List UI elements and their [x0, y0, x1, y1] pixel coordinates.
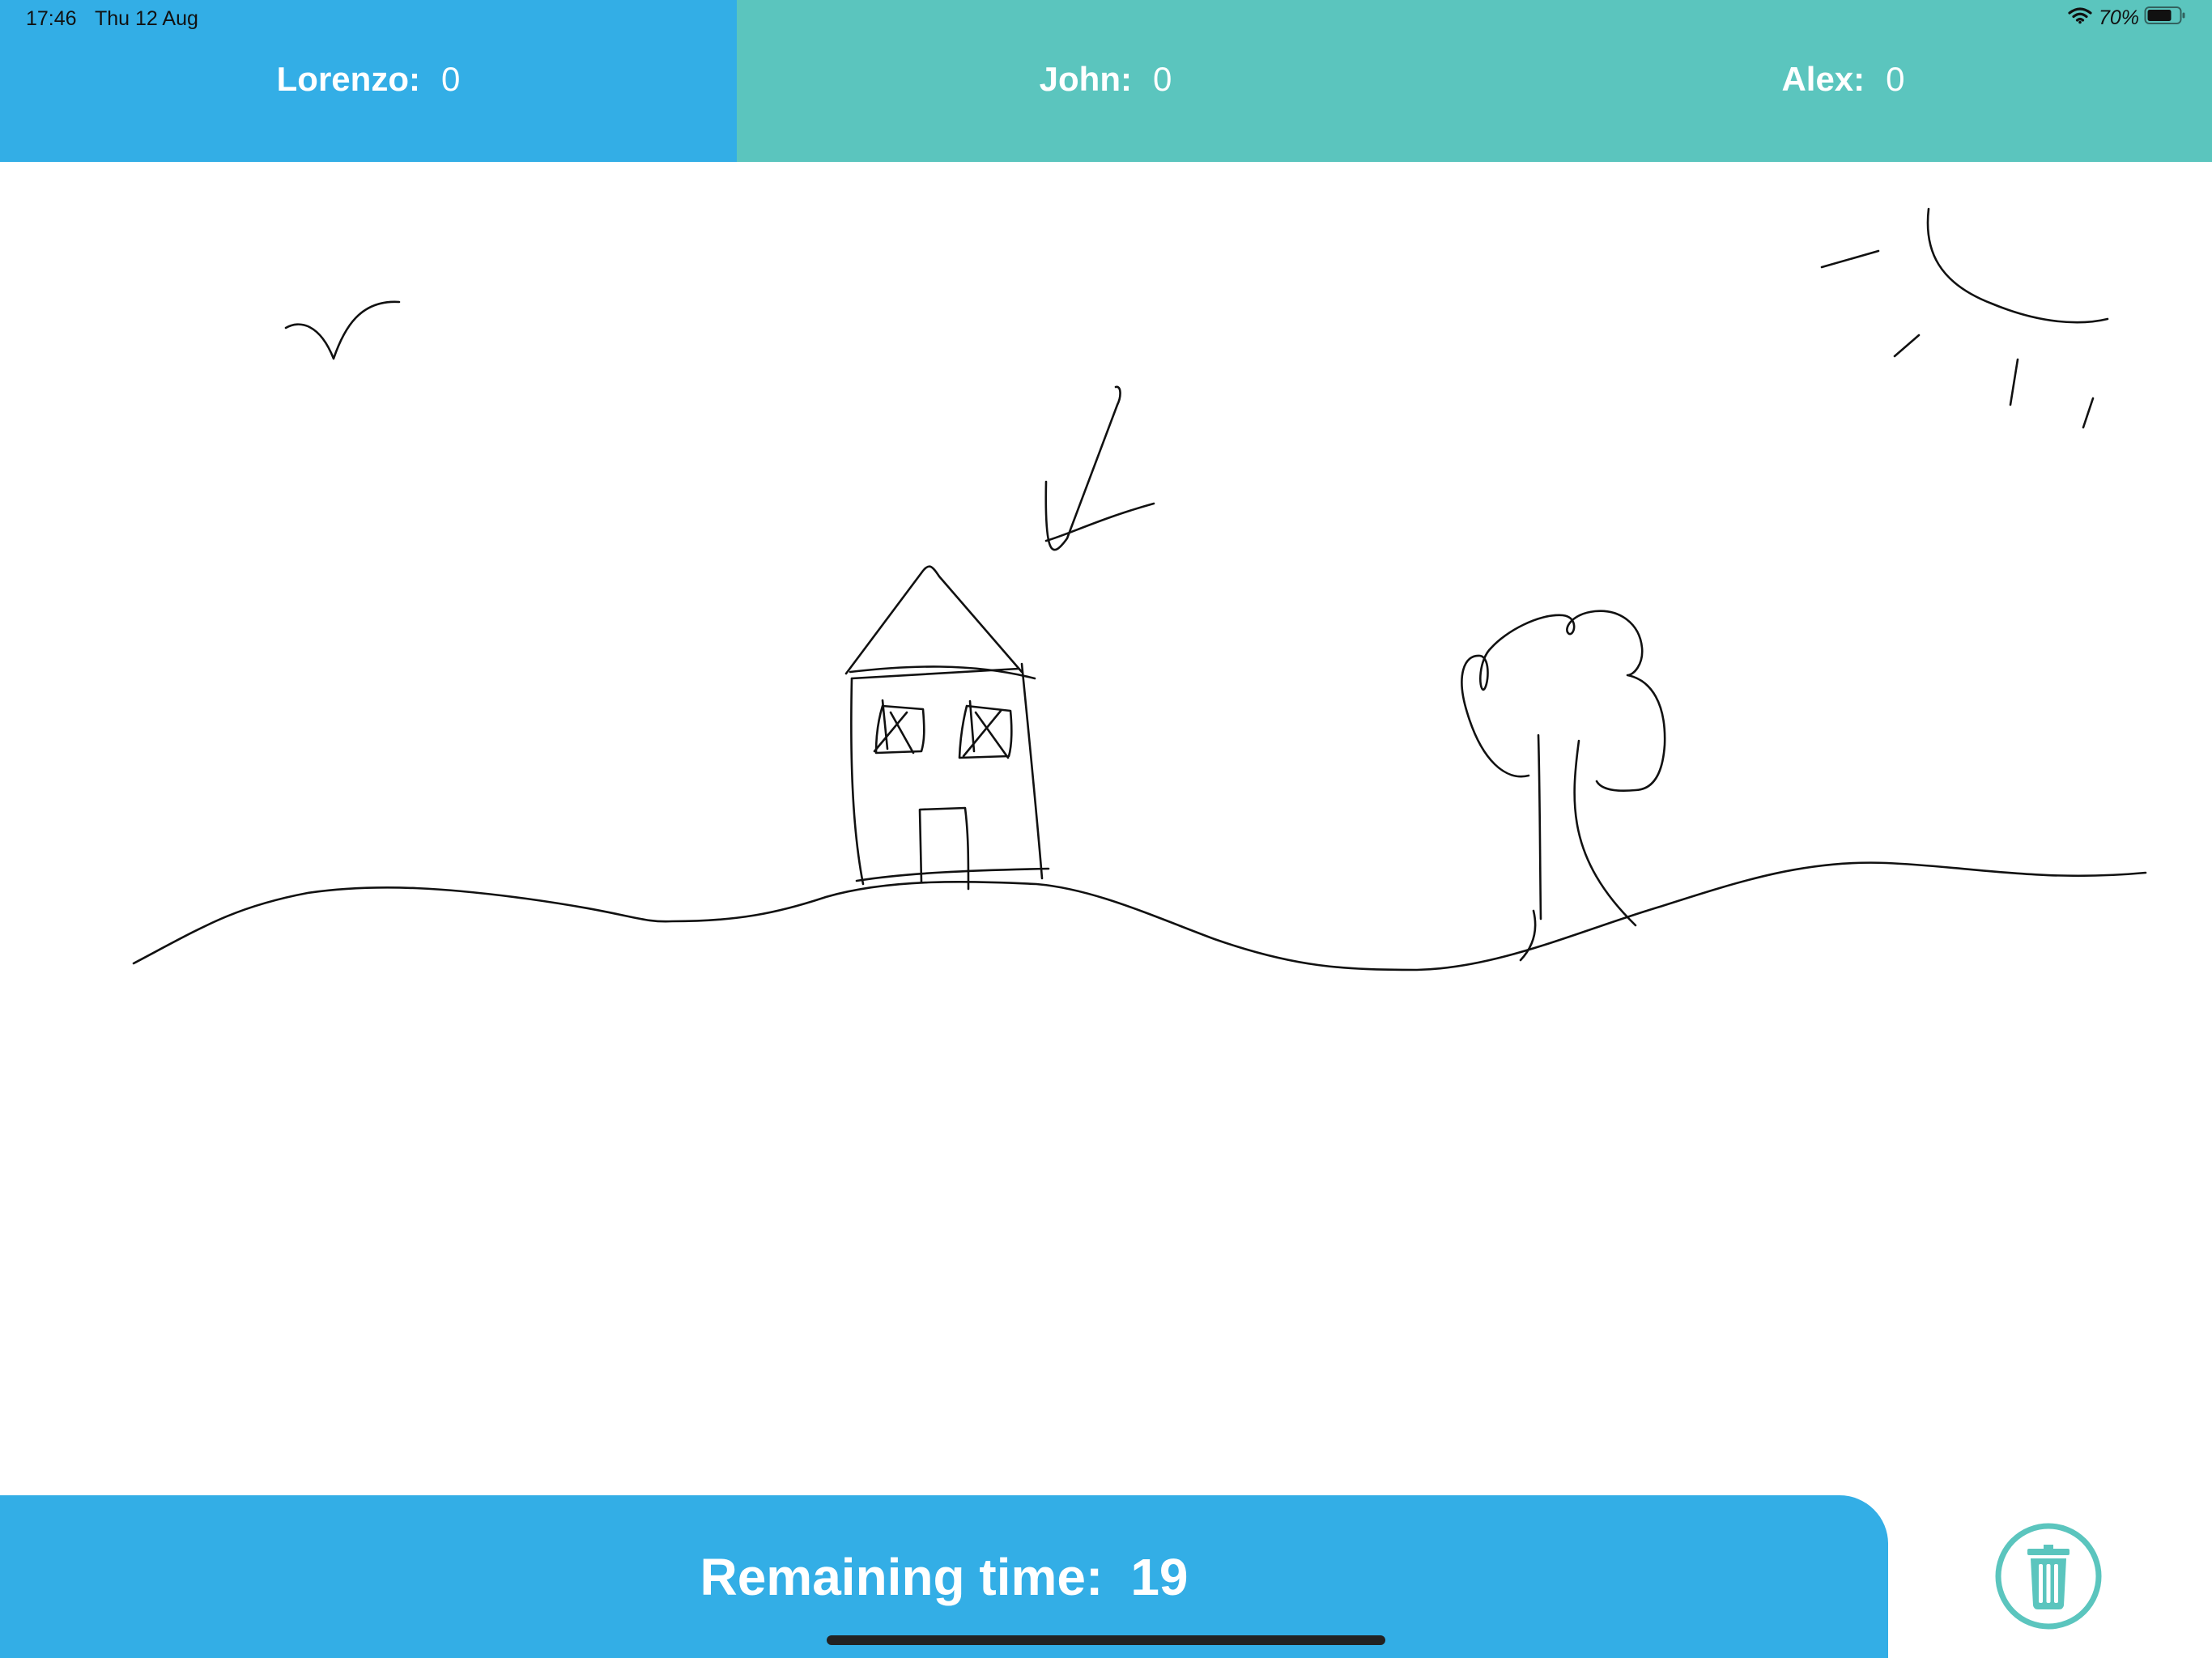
player-name-separator: : [1120, 60, 1132, 98]
house-sketch [844, 565, 1050, 891]
player-name: Lorenzo [276, 60, 409, 98]
bird-sketch [284, 300, 401, 360]
remaining-time-value: 19 [1130, 1547, 1189, 1606]
player-score: 0 [440, 60, 461, 98]
sun-ray [1820, 249, 1880, 269]
player-name-separator: : [1853, 60, 1865, 98]
remaining-time-bar: Remaining time: 19 [0, 1495, 1888, 1658]
remaining-time-label: Remaining time: [700, 1547, 1104, 1606]
player-name: John [1039, 60, 1121, 98]
player-tab-alex: Alex : 0 [1474, 0, 2212, 162]
score-header: Lorenzo : 0 John : 0 Alex : 0 [0, 0, 2212, 162]
player-score-lorenzo: Lorenzo : 0 [277, 60, 461, 99]
sun-ray [1893, 334, 1921, 358]
drawing-game-screen: Lorenzo : 0 John : 0 Alex : 0 17:46 Thu … [0, 0, 2212, 1658]
player-name-separator: : [408, 60, 420, 98]
player-score: 0 [1152, 60, 1172, 98]
drawing-canvas[interactable] [0, 162, 2212, 1496]
clear-canvas-button[interactable] [1994, 1522, 2103, 1630]
sun-ray [2009, 358, 2019, 406]
player-score: 0 [1886, 60, 1905, 98]
trash-icon [1995, 1523, 2102, 1630]
player-tab-lorenzo: Lorenzo : 0 [0, 0, 737, 162]
tree-sketch [1461, 610, 1666, 962]
arrow-sketch [1044, 385, 1155, 551]
sun-ray [2082, 397, 2095, 429]
home-indicator [827, 1635, 1385, 1645]
hill-line [132, 861, 2147, 971]
player-name: Alex [1781, 60, 1854, 98]
player-score-john: John : 0 [1040, 60, 1172, 99]
player-tab-john: John : 0 [737, 0, 1474, 162]
player-score-alex: Alex : 0 [1781, 60, 1904, 99]
sun-arc [1926, 207, 2109, 324]
sketch-drawing [132, 207, 2147, 971]
